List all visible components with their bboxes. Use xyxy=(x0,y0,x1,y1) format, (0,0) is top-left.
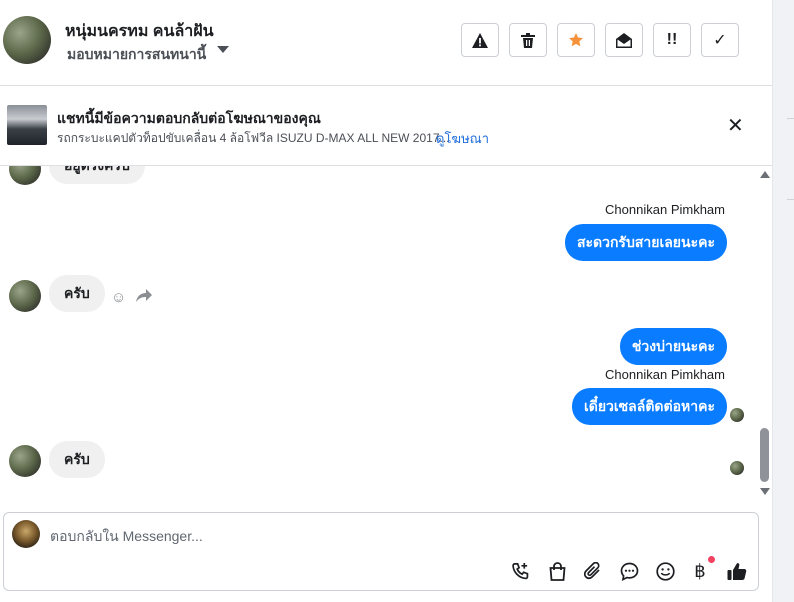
ad-banner-description: รถกระบะแคปตัวท็อปขับเคลื่อน 4 ล้อโฟวีล I… xyxy=(57,131,450,145)
phone-plus-icon xyxy=(511,562,528,579)
reply-composer xyxy=(3,512,759,591)
paperclip-icon xyxy=(584,561,600,579)
scrollbar-thumb[interactable] xyxy=(760,428,769,482)
shop-button[interactable] xyxy=(546,560,568,582)
outgoing-message[interactable]: สะดวกรับสายเลยนะคะ xyxy=(564,224,727,261)
attach-button[interactable] xyxy=(582,560,604,582)
chevron-down-icon[interactable] xyxy=(217,46,229,53)
reply-icon[interactable] xyxy=(136,289,152,307)
message-thread[interactable]: อยู่ตรงครับ Chonnikan Pimkham สะดวกรับสา… xyxy=(0,166,772,504)
ad-banner-title: แชทนี้มีข้อความตอบกลับต่อโฆษณาของคุณ xyxy=(57,110,321,126)
mark-unread-button[interactable] xyxy=(605,23,643,57)
scroll-up-arrow[interactable] xyxy=(760,171,770,178)
warning-icon xyxy=(472,32,488,48)
thumbs-up-icon xyxy=(727,562,747,580)
delete-button[interactable] xyxy=(509,23,547,57)
saved-replies-button[interactable] xyxy=(618,560,640,582)
smiley-icon xyxy=(655,561,675,581)
reply-input[interactable] xyxy=(50,526,570,546)
read-receipt-avatar xyxy=(730,461,744,475)
emoji-button[interactable] xyxy=(654,560,676,582)
seen-receipt-avatar xyxy=(730,408,744,422)
chat-bubble-icon xyxy=(620,562,638,581)
customer-avatar[interactable] xyxy=(9,280,41,312)
like-button[interactable] xyxy=(726,560,748,582)
page-avatar xyxy=(12,520,40,548)
report-spam-button[interactable] xyxy=(461,23,499,57)
star-icon xyxy=(569,33,583,47)
check-icon: ✓ xyxy=(713,32,727,49)
customer-avatar[interactable] xyxy=(9,445,41,477)
payment-button[interactable]: ฿ xyxy=(689,560,711,582)
smiley-icon[interactable]: ☺ xyxy=(111,289,126,306)
shopping-bag-icon xyxy=(549,561,565,581)
sender-name: Chonnikan Pimkham xyxy=(605,202,725,217)
scroll-down-arrow[interactable] xyxy=(760,488,770,495)
close-icon[interactable]: ✕ xyxy=(727,116,744,136)
call-button[interactable] xyxy=(509,560,531,582)
outgoing-message[interactable]: ช่วงบ่ายนะคะ xyxy=(619,328,727,365)
baht-icon: ฿ xyxy=(694,560,706,581)
trash-icon xyxy=(521,32,535,48)
mark-done-button[interactable]: ✓ xyxy=(701,23,739,57)
incoming-message[interactable]: ครับ xyxy=(49,275,105,312)
contact-avatar[interactable] xyxy=(3,16,51,64)
incoming-message[interactable]: ครับ xyxy=(49,441,105,478)
right-gutter xyxy=(772,0,794,602)
outgoing-message[interactable]: เดี๋ยวเซลล์ติดต่อหาคะ xyxy=(571,388,727,425)
assign-conversation-dropdown[interactable]: มอบหมายการสนทนานี้ xyxy=(67,44,206,66)
view-ad-link[interactable]: ดูโฆษณา xyxy=(436,128,489,149)
notification-dot xyxy=(708,556,715,563)
contact-name[interactable]: หนุ่มนครทม คนล้าฝัน xyxy=(65,19,214,44)
incoming-message[interactable]: อยู่ตรงครับ xyxy=(49,166,145,184)
customer-avatar[interactable] xyxy=(9,166,41,185)
ad-thumbnail[interactable] xyxy=(7,105,47,145)
follow-up-button[interactable]: !! xyxy=(653,23,691,57)
sender-name: Chonnikan Pimkham xyxy=(605,367,725,382)
open-envelope-icon xyxy=(616,32,632,48)
star-button[interactable] xyxy=(557,23,595,57)
follow-up-icon: !! xyxy=(666,31,678,48)
